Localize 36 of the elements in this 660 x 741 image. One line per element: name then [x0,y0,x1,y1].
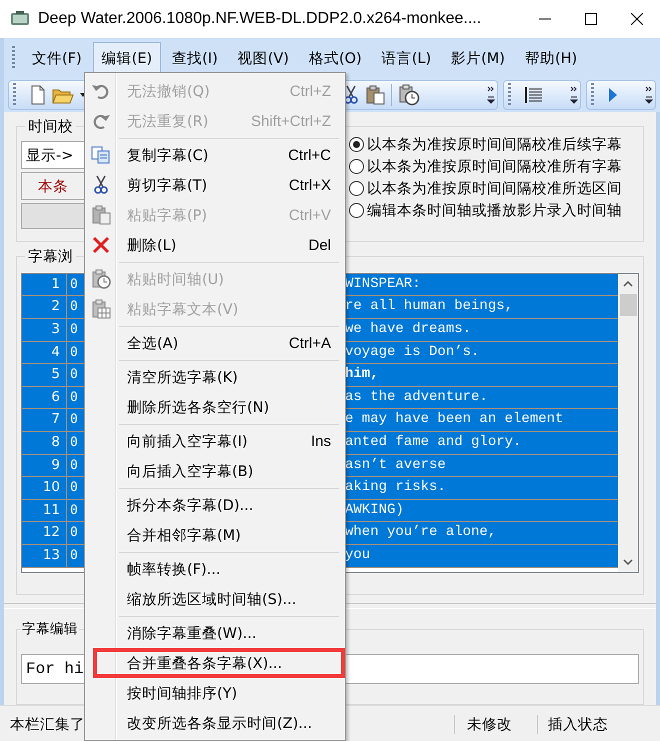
table-cell-text: you [344,546,372,565]
radio-label: 以本条为准按原时间间隔校准后续字幕 [367,136,622,154]
table-cell: 10 [22,477,67,499]
table-cell-text: as the adventure. [344,388,489,407]
table-cell: 1 [22,274,67,296]
table-cell: 5 [22,364,67,386]
table-cell-text: we have dreams. [344,320,472,339]
table-cell-text: re all human beings, [344,297,514,316]
table-cell-text: anted fame and glory. [344,432,522,452]
table-cell: 12 [22,522,67,544]
status-text: 本栏汇集了 [10,716,85,734]
table-cell: 7 [22,409,67,431]
group-title: 字幕浏 [25,246,76,266]
table-cell: 4 [22,342,67,364]
radio-label: 编辑本条时间轴或播放影片录入时间轴 [367,202,622,220]
table-cell-text: voyage is Don’s. [344,342,480,362]
table-cell-text: WINSPEAR: [344,274,422,294]
window-title: Deep Water.2006.1080p.NF.WEB-DL.DDP2.0.x264-monkee.... [38,10,482,28]
table-cell: 2 [22,296,67,318]
table-cell: 13 [22,544,67,567]
table-cell: 9 [22,454,67,476]
table-cell-text: him, [344,365,380,384]
table-cell: 3 [22,318,67,341]
table-cell-text: e may have been an element [344,410,564,430]
table-cell-text: asn’t averse [344,456,447,475]
table-cell: 8 [22,432,67,454]
table-cell: 6 [22,386,67,408]
radio-label: 以本条为准按原时间间隔校准所选区间 [367,180,622,198]
status-text: 未修改 [454,714,537,734]
status-text: 插入状态 [537,714,660,734]
group-title: 时间校 [25,117,76,136]
table-cell: 11 [22,500,67,522]
table-cell-text: AWKING) [344,500,405,520]
radio-label: 以本条为准按原时间间隔校准所有字幕 [367,158,622,176]
table-cell-text: aking risks. [344,478,447,498]
table-cell-text: when you’re alone, [344,523,498,542]
